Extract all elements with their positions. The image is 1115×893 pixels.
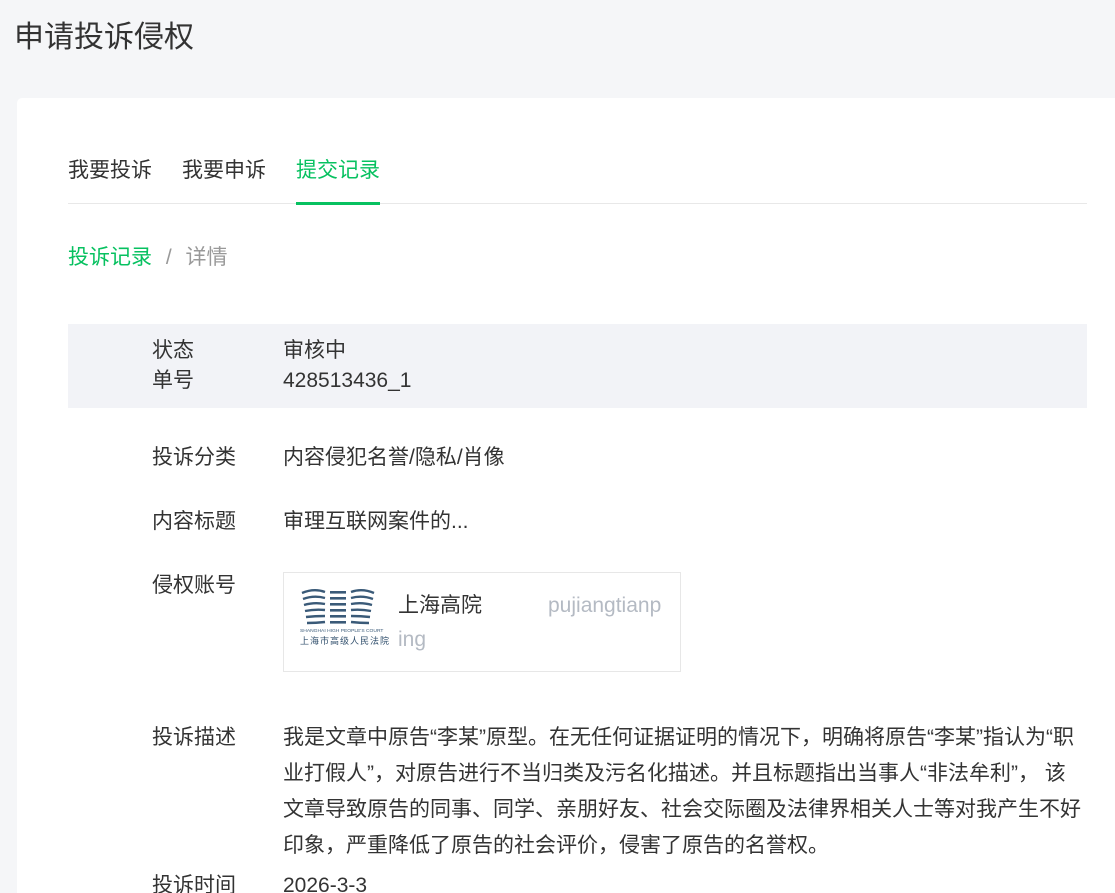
account-label: 侵权账号 <box>152 572 283 672</box>
tab-records[interactable]: 提交记录 <box>296 156 380 205</box>
status-value: 审核中 <box>283 336 346 366</box>
description-text: 我是文章中原告“李某”原型。在无任何证据证明的情况下，明确将原告“李某”指认为“… <box>283 720 1083 864</box>
order-number-value: 428513436_1 <box>283 366 411 396</box>
field-complaint-time: 投诉时间 2026-3-3 <box>152 872 1087 893</box>
account-card[interactable]: SHANGHAI HIGH PEOPLE'S COURT 上海市高级人民法院 上… <box>283 572 681 672</box>
page-title: 申请投诉侵权 <box>14 16 1115 60</box>
tab-complain[interactable]: 我要投诉 <box>68 156 152 203</box>
status-row: 状态 审核中 <box>152 336 1087 366</box>
breadcrumb-separator: / <box>166 246 172 269</box>
detail-fields: 投诉分类 内容侵犯名誉/隐私/肖像 内容标题 审理互联网案件的... 侵权账号 <box>68 444 1087 893</box>
complaint-time-label: 投诉时间 <box>152 872 283 893</box>
breadcrumb-records-link[interactable]: 投诉记录 <box>68 246 152 269</box>
breadcrumb: 投诉记录 / 详情 <box>68 244 1087 272</box>
field-content-title: 内容标题 审理互联网案件的... <box>152 508 1087 536</box>
field-description: 投诉描述 我是文章中原告“李某”原型。在无任何证据证明的情况下，明确将原告“李某… <box>152 724 1087 864</box>
court-logo-caption-zh: 上海市高级人民法院 <box>300 635 376 647</box>
content-card: 我要投诉 我要申诉 提交记录 投诉记录 / 详情 状态 审核中 单号 42851… <box>17 98 1115 893</box>
category-value: 内容侵犯名誉/隐私/肖像 <box>283 444 505 472</box>
breadcrumb-current: 详情 <box>186 246 228 269</box>
status-label: 状态 <box>152 336 283 366</box>
content-title-label: 内容标题 <box>152 508 283 536</box>
status-box: 状态 审核中 单号 428513436_1 <box>68 324 1087 408</box>
category-label: 投诉分类 <box>152 444 283 472</box>
tab-appeal[interactable]: 我要申诉 <box>182 156 266 203</box>
order-number-label: 单号 <box>152 366 283 396</box>
content-title-value: 审理互联网案件的... <box>283 508 469 536</box>
court-logo-icon: SHANGHAI HIGH PEOPLE'S COURT 上海市高级人民法院 <box>300 587 376 647</box>
court-logo-caption-en: SHANGHAI HIGH PEOPLE'S COURT <box>300 628 362 635</box>
description-label: 投诉描述 <box>152 724 283 864</box>
field-account: 侵权账号 <box>152 572 1087 672</box>
account-name: 上海高院 <box>398 589 548 623</box>
tab-bar: 我要投诉 我要申诉 提交记录 <box>68 156 1087 204</box>
complaint-time-value: 2026-3-3 <box>283 872 367 893</box>
field-category: 投诉分类 内容侵犯名誉/隐私/肖像 <box>152 444 1087 472</box>
order-number-row: 单号 428513436_1 <box>152 366 1087 396</box>
account-text: 上海高院pujiangtianping <box>398 589 664 657</box>
